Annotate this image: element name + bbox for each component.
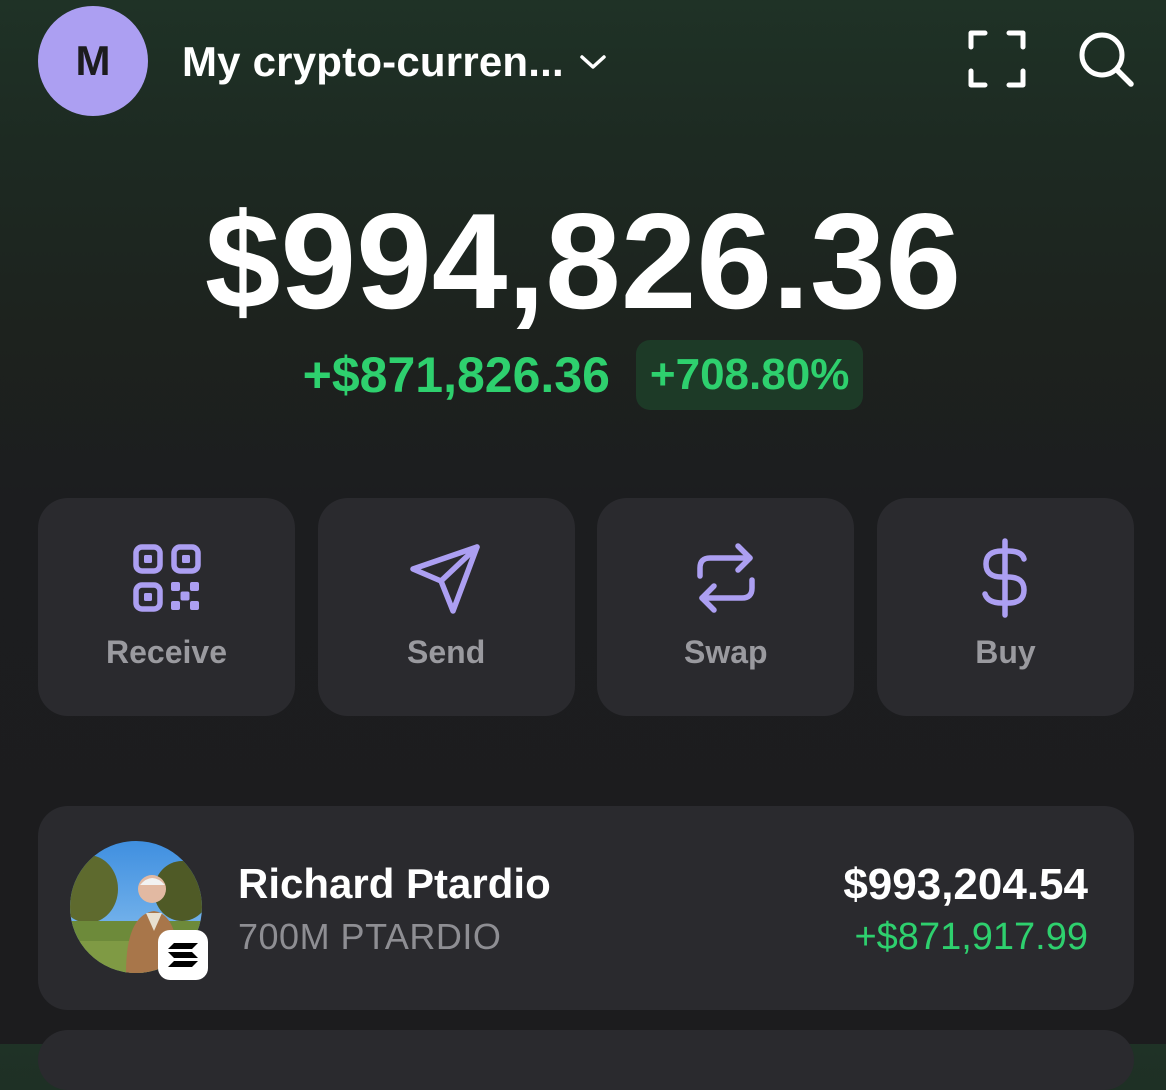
qr-code-icon bbox=[38, 538, 295, 618]
wallet-name: My crypto-curren... bbox=[182, 38, 564, 85]
total-balance: $994,826.36 bbox=[204, 185, 962, 337]
dollar-icon bbox=[877, 538, 1134, 618]
swap-label: Swap bbox=[684, 634, 768, 670]
balance-change-amount: +$871,826.36 bbox=[302, 347, 610, 403]
receive-button[interactable]: Receive bbox=[38, 498, 295, 716]
token-row[interactable]: Richard Ptardio 700M PTARDIO $993,204.54… bbox=[38, 806, 1134, 1010]
header: M My crypto-curren... bbox=[0, 0, 1166, 120]
receive-label: Receive bbox=[106, 634, 227, 670]
account-avatar[interactable]: M bbox=[38, 6, 148, 116]
solana-icon bbox=[158, 930, 208, 980]
send-icon bbox=[318, 538, 575, 618]
send-label: Send bbox=[407, 634, 486, 670]
swap-button[interactable]: Swap bbox=[597, 498, 855, 716]
chevron-down-icon bbox=[578, 47, 608, 77]
swap-icon bbox=[597, 538, 854, 618]
token-value: $993,204.54 bbox=[843, 860, 1088, 909]
token-name: Richard Ptardio bbox=[238, 860, 551, 907]
search-icon bbox=[1076, 29, 1136, 94]
balance-change-percent-badge: +708.80% bbox=[635, 340, 864, 410]
action-buttons: Receive Send Swap Buy bbox=[38, 498, 1134, 716]
buy-button[interactable]: Buy bbox=[876, 498, 1134, 716]
buy-label: Buy bbox=[975, 634, 1036, 670]
scan-icon bbox=[967, 29, 1027, 94]
token-amount: 700M PTARDIO bbox=[238, 916, 502, 957]
balance-change-row: +$871,826.36 +708.80% bbox=[0, 340, 1166, 410]
token-row-partial[interactable] bbox=[38, 1030, 1134, 1090]
scan-button[interactable] bbox=[962, 28, 1032, 94]
wallet-selector[interactable]: My crypto-curren... bbox=[182, 34, 608, 90]
token-change: +$871,917.99 bbox=[854, 916, 1088, 958]
search-button[interactable] bbox=[1072, 28, 1140, 94]
send-button[interactable]: Send bbox=[317, 498, 575, 716]
